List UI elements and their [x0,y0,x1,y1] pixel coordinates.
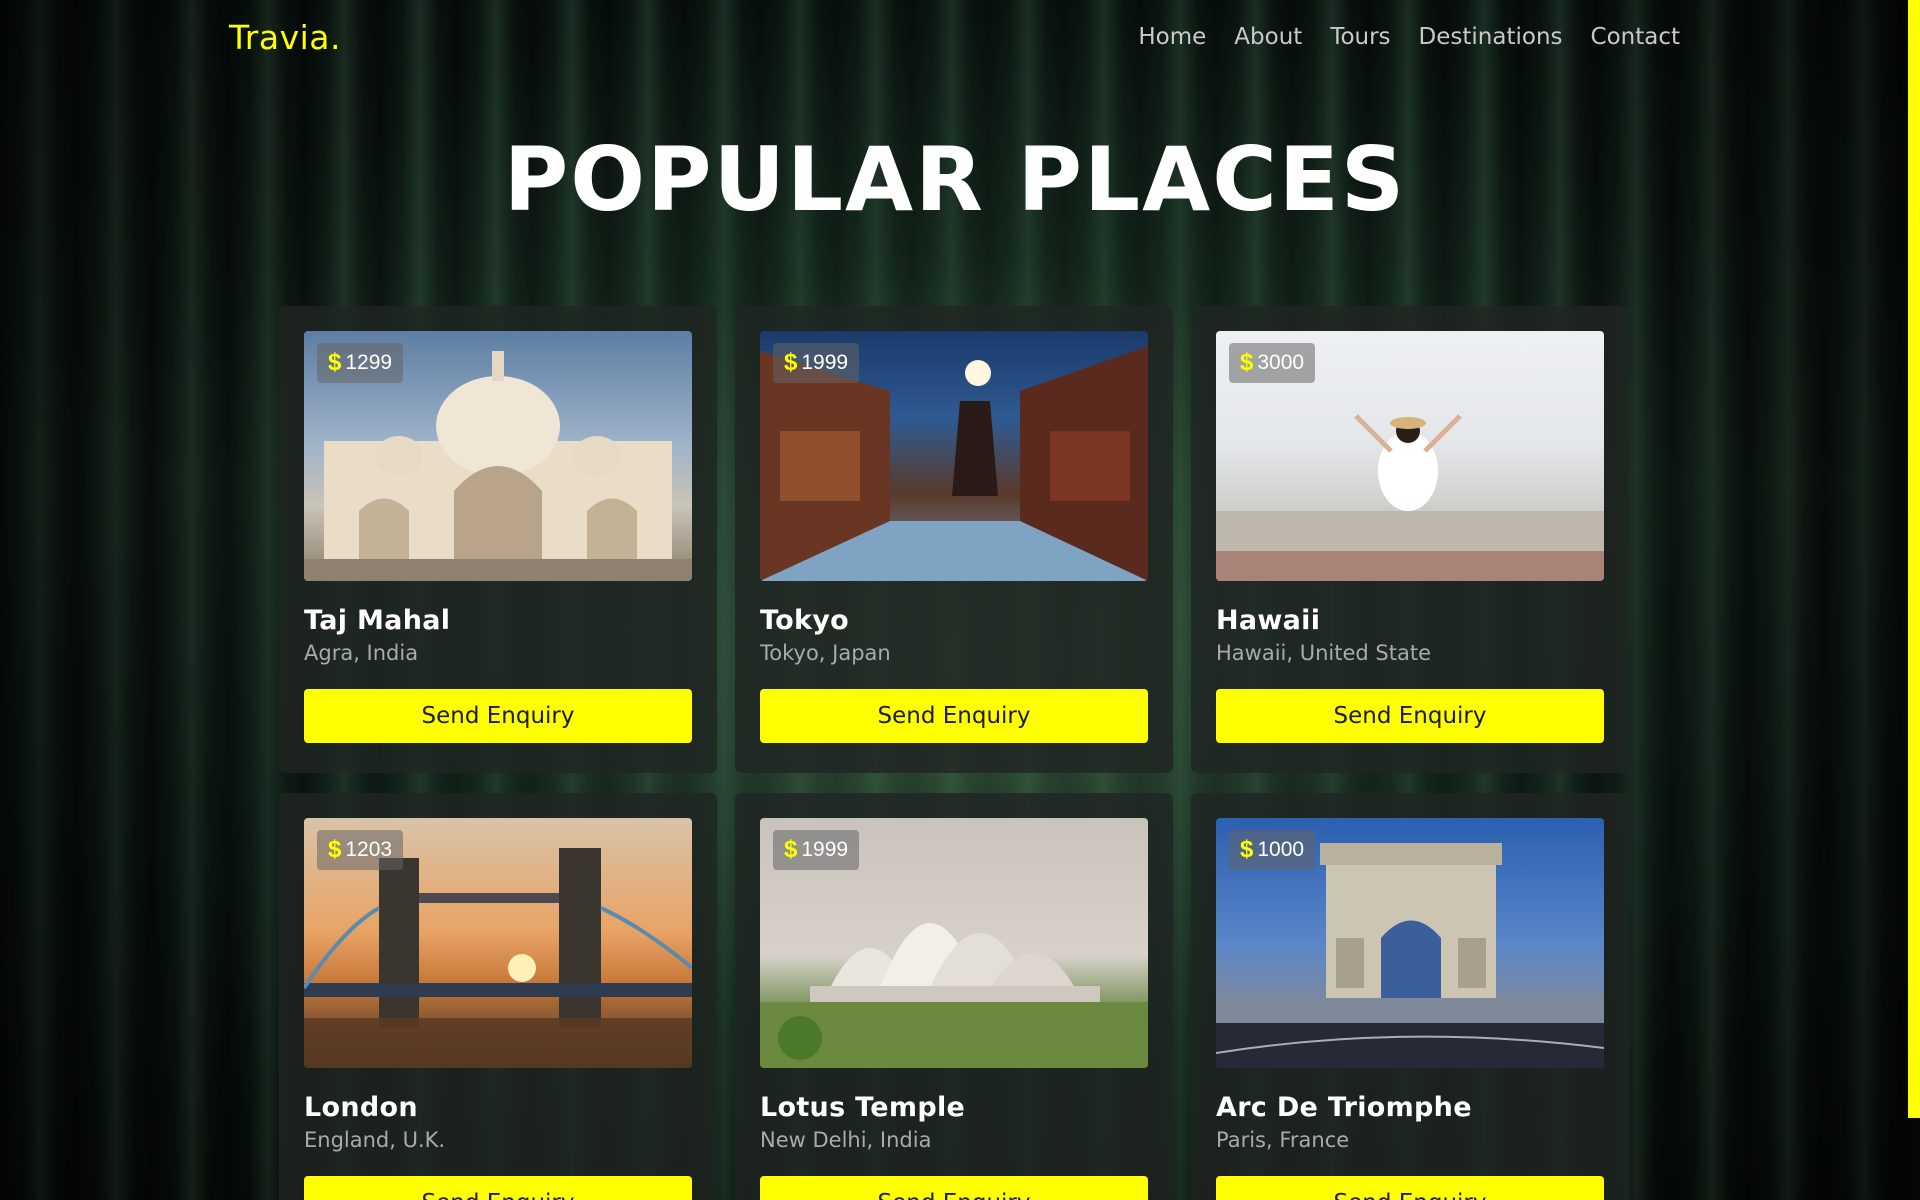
hawaii-beach-photo: $ 3000 [1216,331,1604,581]
place-location: New Delhi, India [760,1128,932,1152]
place-name: Lotus Temple [760,1092,966,1123]
send-enquiry-button[interactable]: Send Enquiry [1216,689,1604,743]
page-title: POPULAR PLACES [503,128,1407,231]
place-card: $ 3000 Hawaii Hawaii, United State Send … [1191,306,1629,773]
price-badge: $ 1299 [317,343,404,383]
place-card: $ 1999 Tokyo Tokyo, Japan Send Enquiry [735,306,1173,773]
place-card: $ 1203 London England, U.K. Send Enquiry [279,793,717,1200]
price-badge: $ 1000 [1229,830,1316,870]
price-value: 1000 [1257,838,1305,861]
dollar-icon: $ [328,349,342,376]
nav-tours[interactable]: Tours [1330,24,1390,50]
place-location: Paris, France [1216,1128,1350,1152]
dollar-icon: $ [784,836,798,863]
place-name: Taj Mahal [304,605,451,636]
nav-contact[interactable]: Contact [1591,24,1680,50]
price-badge: $ 1999 [773,343,860,383]
lotus-temple-photo: $ 1999 [760,818,1148,1068]
place-name: London [304,1092,418,1123]
place-name: Arc De Triomphe [1216,1092,1472,1123]
tokyo-street-photo: $ 1999 [760,331,1148,581]
arc-de-triomphe-photo: $ 1000 [1216,818,1604,1068]
nav-home[interactable]: Home [1138,24,1206,50]
price-value: 1999 [801,351,849,374]
place-location: Agra, India [304,641,419,665]
dollar-icon: $ [328,836,342,863]
price-value: 3000 [1257,351,1305,374]
place-card: $ 1299 Taj Mahal Agra, India Send Enquir… [279,306,717,773]
send-enquiry-button[interactable]: Send Enquiry [760,689,1148,743]
taj-mahal-photo: $ 1299 [304,331,692,581]
tower-bridge-photo: $ 1203 [304,818,692,1068]
price-badge: $ 1203 [317,830,404,870]
price-badge: $ 1999 [773,830,860,870]
nav-destinations[interactable]: Destinations [1419,24,1563,50]
site-header: Travia. Home About Tours Destinations Co… [0,0,1920,86]
place-location: England, U.K. [304,1128,446,1152]
places-grid: $ 1299 Taj Mahal Agra, India Send Enquir… [279,306,1629,1200]
price-value: 1203 [345,838,393,861]
send-enquiry-button[interactable]: Send Enquiry [304,1176,692,1200]
nav-about[interactable]: About [1234,24,1302,50]
dollar-icon: $ [784,349,798,376]
logo[interactable]: Travia. [229,18,341,57]
send-enquiry-button[interactable]: Send Enquiry [760,1176,1148,1200]
place-name: Tokyo [760,605,849,636]
send-enquiry-button[interactable]: Send Enquiry [1216,1176,1604,1200]
dollar-icon: $ [1240,836,1254,863]
place-name: Hawaii [1216,605,1321,636]
price-value: 1999 [801,838,849,861]
place-card: $ 1000 Arc De Triomphe Paris, France Sen… [1191,793,1629,1200]
price-value: 1299 [345,351,393,374]
main-nav: Home About Tours Destinations Contact [1138,24,1680,50]
scrollbar-thumb[interactable] [1908,0,1920,1118]
place-location: Tokyo, Japan [760,641,891,665]
price-badge: $ 3000 [1229,343,1316,383]
dollar-icon: $ [1240,349,1254,376]
place-card: $ 1999 Lotus Temple New Delhi, India Sen… [735,793,1173,1200]
place-location: Hawaii, United State [1216,641,1431,665]
send-enquiry-button[interactable]: Send Enquiry [304,689,692,743]
